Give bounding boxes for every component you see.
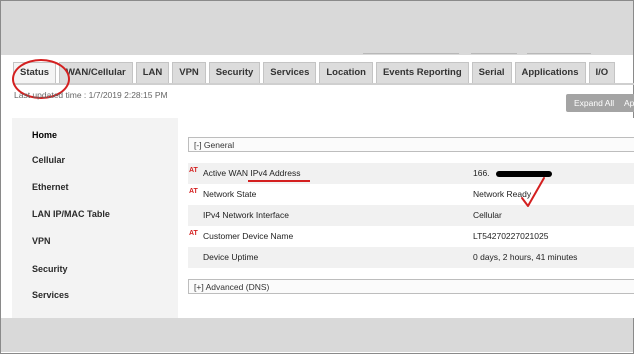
row-label: Device Uptime <box>203 252 259 262</box>
sidebar-item-cellular[interactable]: Cellular <box>32 155 65 165</box>
red-underline-annotation <box>248 180 310 182</box>
sidebar-item-home[interactable]: Home <box>32 130 57 140</box>
tab-serial[interactable]: Serial <box>471 62 512 83</box>
at-marker: AT <box>189 188 198 195</box>
sidebar-item-security[interactable]: Security <box>32 264 68 274</box>
tab-location[interactable]: Location <box>319 62 373 83</box>
red-checkmark-annotation <box>521 177 545 207</box>
table-row: AT Customer Device Name LT54270227021025 <box>188 226 634 247</box>
last-updated-text: Last updated time : 1/7/2019 2:28:15 PM <box>14 90 168 100</box>
tab-lan[interactable]: LAN <box>135 62 170 83</box>
row-label: AT Active WAN IPv4 Address <box>189 167 301 178</box>
row-label: AT Customer Device Name <box>189 230 294 241</box>
tab-applications[interactable]: Applications <box>514 62 586 83</box>
tab-strip-divider <box>13 83 634 85</box>
section-advanced-dns-toggle[interactable]: [+] Advanced (DNS) <box>188 279 634 294</box>
row-label: IPv4 Network Interface <box>203 210 289 220</box>
row-value: LT54270227021025 <box>473 231 549 241</box>
tab-status[interactable]: Status <box>13 62 57 83</box>
tab-vpn[interactable]: VPN <box>172 62 206 83</box>
expand-all-button[interactable]: Expand All <box>566 94 623 112</box>
row-label: AT Network State <box>189 188 257 199</box>
sidebar-item-services[interactable]: Services <box>32 290 69 300</box>
tab-services[interactable]: Services <box>263 62 317 83</box>
sidebar-item-ethernet[interactable]: Ethernet <box>32 182 69 192</box>
header-divider <box>527 53 591 54</box>
header-divider <box>363 53 459 54</box>
table-row: Device Uptime 0 days, 2 hours, 41 minute… <box>188 247 634 268</box>
at-marker: AT <box>189 230 198 237</box>
sidebar: Home Cellular Ethernet LAN IP/MAC Table … <box>12 118 178 318</box>
tab-io[interactable]: I/O <box>588 62 616 83</box>
main-tabs: Status WAN/Cellular LAN VPN Security Ser… <box>13 62 634 84</box>
row-value: 0 days, 2 hours, 41 minutes <box>473 252 578 262</box>
tab-wan-cellular[interactable]: WAN/Cellular <box>59 62 133 83</box>
apply-button[interactable]: Ap <box>618 94 634 112</box>
tab-events-reporting[interactable]: Events Reporting <box>375 62 469 83</box>
header-divider <box>471 53 517 54</box>
header-bar <box>1 1 633 55</box>
sidebar-item-vpn[interactable]: VPN <box>32 236 51 246</box>
footer-bar <box>1 318 633 352</box>
table-row: AT Network State Network Ready <box>188 184 634 205</box>
at-marker: AT <box>189 167 198 174</box>
row-value: Cellular <box>473 210 502 220</box>
sidebar-item-lan-ip-mac-table[interactable]: LAN IP/MAC Table <box>32 209 110 219</box>
tab-security[interactable]: Security <box>208 62 261 83</box>
section-general-toggle[interactable]: [-] General <box>188 137 634 152</box>
table-row: IPv4 Network Interface Cellular <box>188 205 634 226</box>
